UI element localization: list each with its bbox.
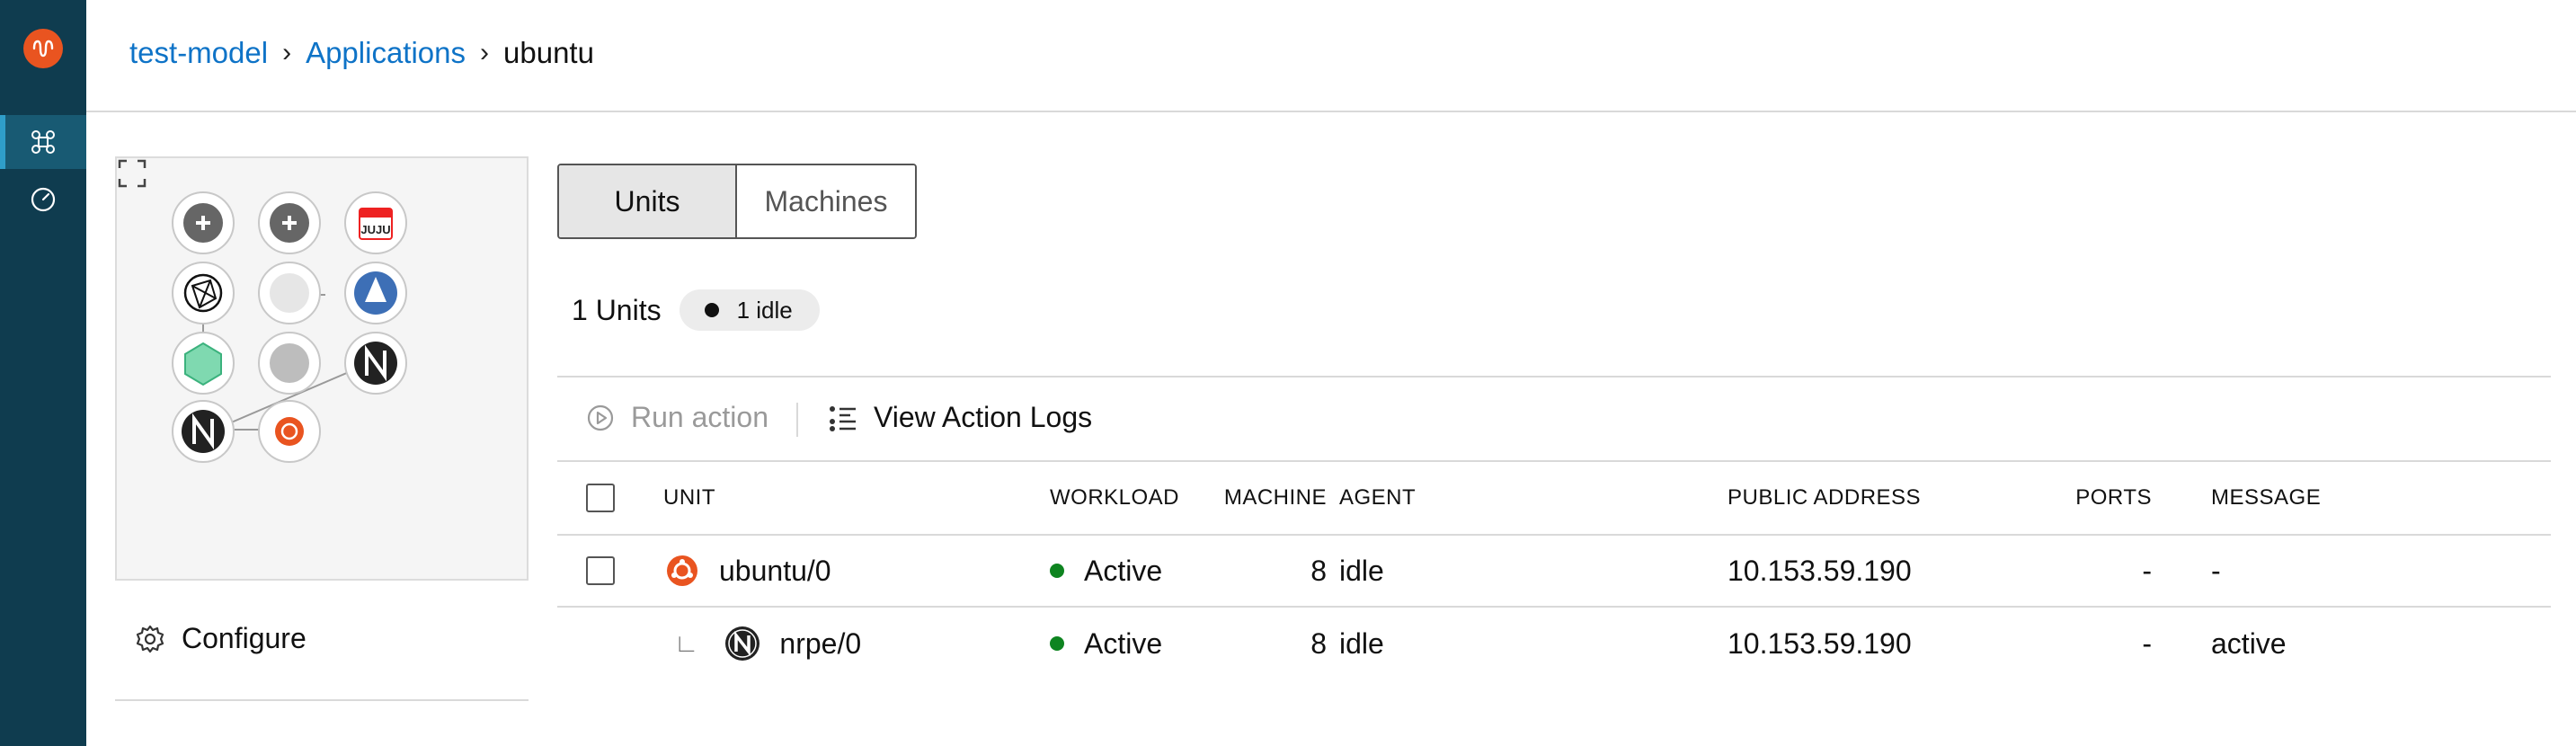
configure-label: Configure [182, 622, 306, 654]
idle-dot-icon [704, 303, 719, 317]
breadcrumb-separator: › [480, 38, 490, 67]
juju-logo-icon [32, 40, 54, 58]
status-badge-label: 1 idle [736, 296, 793, 324]
select-all-checkbox[interactable] [586, 484, 615, 512]
subordinate-marker: ∟ [674, 629, 699, 657]
view-action-logs-label: View Action Logs [874, 401, 1093, 433]
ports: - [2142, 554, 2152, 587]
topology-node[interactable] [172, 332, 235, 395]
play-icon [587, 404, 614, 431]
topology-node[interactable] [344, 332, 407, 395]
public-address: 10.153.59.190 [1728, 626, 1912, 660]
public-address: 10.153.59.190 [1728, 554, 1912, 587]
topology-node[interactable] [258, 332, 321, 395]
nrpe-icon [725, 626, 760, 661]
active-status-icon [1050, 636, 1064, 651]
topology-graph: JUJU [172, 191, 407, 463]
workload-cell: Active [1050, 536, 1162, 606]
gauge-icon [31, 187, 56, 212]
select-all-cell [586, 462, 615, 534]
unit-name[interactable]: nrpe/0 [779, 627, 861, 661]
view-action-logs-button[interactable]: View Action Logs [827, 401, 1092, 434]
topology-node[interactable] [258, 400, 321, 463]
agent-status: idle [1339, 626, 1384, 660]
breadcrumb: test-model › Applications › ubuntu [129, 36, 594, 70]
topology-node[interactable] [172, 262, 235, 324]
column-header-workload[interactable]: WORKLOAD [1050, 462, 1179, 534]
topology-panel[interactable]: JUJU [115, 156, 529, 581]
sidebar-item-applications[interactable] [0, 115, 86, 169]
machine-id[interactable]: 8 [1310, 536, 1327, 606]
units-table: UNIT WORKLOAD AGENT MACHINE PUBLIC ADDRE… [557, 462, 2551, 679]
breadcrumb-model-link[interactable]: test-model [129, 36, 268, 70]
workload-cell: Active [1050, 608, 1162, 679]
header: test-model › Applications › ubuntu [86, 0, 2576, 112]
topology-node[interactable] [172, 191, 235, 254]
agent-status: idle [1339, 554, 1384, 587]
ports: - [2142, 626, 2152, 660]
topology-node[interactable]: JUJU [344, 191, 407, 254]
table-row[interactable]: ∟ nrpe/0 Active idle 8 10.153.59.190 - a… [557, 608, 2551, 679]
unit-cell: ubuntu/0 [663, 536, 831, 606]
sidebar-item-logs[interactable] [0, 173, 86, 226]
list-icon [830, 405, 856, 431]
row-checkbox[interactable] [586, 556, 615, 585]
column-header-unit[interactable]: UNIT [663, 462, 715, 534]
column-header-message[interactable]: MESSAGE [2211, 462, 2321, 534]
table-row[interactable]: ubuntu/0 Active idle 8 10.153.59.190 - - [557, 536, 2551, 608]
tab-machines[interactable]: Machines [737, 165, 915, 237]
action-bar: Run action View Action Logs [557, 376, 2551, 462]
workload-status: Active [1084, 554, 1163, 587]
unit-name[interactable]: ubuntu/0 [719, 555, 831, 588]
configure-button[interactable]: Configure [135, 622, 306, 655]
unit-cell: ∟ nrpe/0 [656, 608, 861, 679]
status-badge: 1 idle [679, 289, 820, 331]
workload-status: Active [1084, 626, 1163, 660]
breadcrumb-current: ubuntu [503, 36, 594, 69]
message: - [2211, 554, 2221, 587]
breadcrumb-separator: › [282, 38, 292, 67]
units-summary: 1 Units 1 idle [572, 289, 820, 331]
column-header-machine[interactable]: MACHINE [1224, 462, 1327, 534]
juju-logo[interactable] [23, 29, 63, 68]
column-header-public-address[interactable]: PUBLIC ADDRESS [1728, 462, 1921, 534]
active-status-icon [1050, 564, 1064, 578]
sidebar [0, 0, 86, 746]
tab-units[interactable]: Units [559, 165, 737, 237]
table-header: UNIT WORKLOAD AGENT MACHINE PUBLIC ADDRE… [557, 462, 2551, 536]
topology-node[interactable] [258, 191, 321, 254]
machine-id[interactable]: 8 [1310, 608, 1327, 679]
topology-node[interactable] [172, 400, 235, 463]
column-header-agent[interactable]: AGENT [1339, 462, 1416, 534]
ubuntu-icon [667, 555, 697, 586]
units-count: 1 Units [572, 293, 662, 326]
run-action-button[interactable]: Run action [586, 401, 768, 434]
gear-icon [136, 625, 164, 653]
column-header-ports[interactable]: PORTS [2075, 462, 2152, 534]
applications-icon [31, 130, 55, 154]
topology-node[interactable] [344, 262, 407, 324]
message: active [2211, 626, 2287, 660]
juju-node-label: JUJU [360, 223, 390, 236]
breadcrumb-applications-link[interactable]: Applications [306, 36, 466, 70]
row-select-cell [586, 536, 615, 606]
divider [796, 403, 798, 437]
expand-icon[interactable] [117, 158, 147, 189]
run-action-label: Run action [631, 401, 768, 433]
topology-node[interactable] [258, 262, 321, 324]
divider [115, 699, 529, 701]
view-tabs: Units Machines [557, 164, 917, 239]
